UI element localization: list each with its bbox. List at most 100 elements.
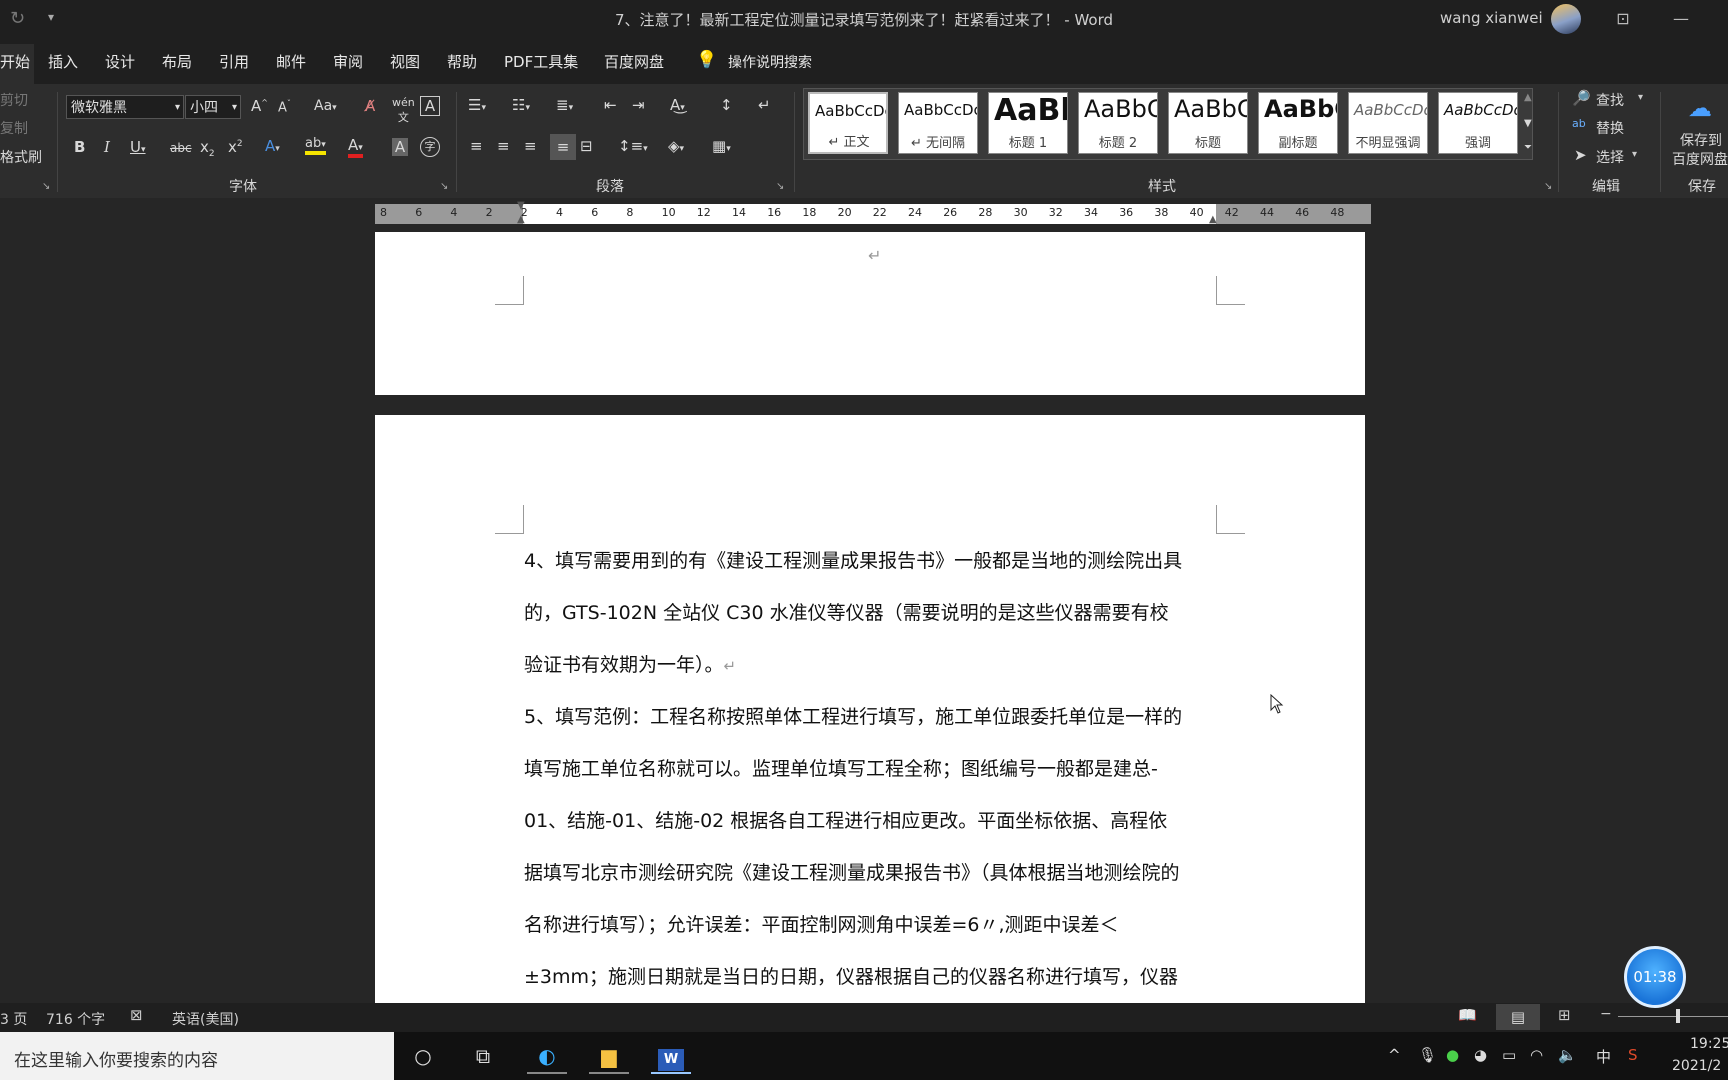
gallery-more-icon[interactable]: ⏷ xyxy=(1524,142,1532,153)
enclosed-character-icon[interactable]: 字 xyxy=(420,137,440,157)
format-painter-button[interactable]: 格式刷 xyxy=(0,147,42,167)
clipboard-launcher-icon[interactable]: ↘ xyxy=(42,181,50,192)
document-line[interactable]: 填写施工单位名称就可以。监理单位填写工程全称；图纸编号一般都是建总- xyxy=(524,743,1220,795)
style-subtle-emphasis[interactable]: AaBbCcDc 不明显强调 xyxy=(1348,92,1428,154)
tab-references[interactable]: 引用 xyxy=(219,51,249,72)
tab-layout[interactable]: 布局 xyxy=(162,51,192,72)
change-case-icon[interactable]: Aa▾ xyxy=(314,98,337,114)
tab-insert[interactable]: 插入 xyxy=(48,51,78,72)
tab-help[interactable]: 帮助 xyxy=(447,51,477,72)
save-to-netdisk-line1[interactable]: 保存到 xyxy=(1680,130,1722,150)
language-status[interactable]: 英语(美国) xyxy=(172,1009,239,1029)
file-explorer-icon[interactable]: ▆ xyxy=(589,1040,629,1074)
increase-indent-icon[interactable]: ⇥ xyxy=(632,96,645,114)
print-layout-icon[interactable]: ▤ xyxy=(1496,1004,1540,1030)
font-launcher-icon[interactable]: ↘ xyxy=(440,181,448,192)
web-layout-icon[interactable]: ⊞ xyxy=(1558,1006,1571,1024)
document-line[interactable]: 据填写北京市测绘研究院《建设工程测量成果报告书》（具体根据当地测绘院的 xyxy=(524,847,1220,899)
strikethrough-icon[interactable]: abc xyxy=(170,141,192,155)
align-center-icon[interactable]: ≡ xyxy=(497,137,510,155)
document-line[interactable]: 5、填写范例：工程名称按照单体工程进行填写，施工单位跟委托单位是一样的 xyxy=(524,691,1220,743)
chevron-down-icon[interactable]: ▾ xyxy=(1632,149,1637,160)
chinese-layout-icon[interactable]: A͜▾ xyxy=(670,96,685,114)
ime-indicator[interactable]: 中 xyxy=(1596,1046,1611,1067)
replace-button[interactable]: 替换 xyxy=(1596,118,1624,138)
gallery-down-icon[interactable]: ▼ xyxy=(1524,118,1532,129)
zoom-slider-thumb[interactable] xyxy=(1676,1009,1680,1023)
character-border-icon[interactable]: A xyxy=(420,96,440,116)
lightbulb-icon[interactable]: 💡 xyxy=(696,50,717,70)
select-button[interactable]: 选择 xyxy=(1596,147,1624,167)
chevron-down-icon[interactable]: ▾ xyxy=(1638,92,1643,103)
volume-icon[interactable]: 🔈 xyxy=(1558,1046,1577,1064)
document-line[interactable]: 4、填写需要用到的有《建设工程测量成果报告书》一般都是当地的测绘院出具 xyxy=(524,535,1220,587)
style-no-spacing[interactable]: AaBbCcDc ↵ 无间隔 xyxy=(898,92,978,154)
style-subtitle[interactable]: AaBbC副标题 xyxy=(1258,92,1338,154)
font-size-select[interactable]: 小四 ▾ xyxy=(185,95,241,119)
show-hidden-icons[interactable]: ^ xyxy=(1388,1046,1401,1064)
clock-time[interactable]: 19:25 xyxy=(1690,1036,1728,1052)
first-line-indent-marker[interactable]: ▼ xyxy=(517,200,525,211)
align-left-icon[interactable]: ≡ xyxy=(470,137,483,155)
word-taskbar-icon[interactable]: W xyxy=(651,1040,691,1074)
select-icon[interactable]: ➤ xyxy=(1574,146,1587,164)
copy-button[interactable]: 复制 xyxy=(0,118,28,138)
word-count[interactable]: 716 个字 xyxy=(46,1009,105,1029)
qq-icon[interactable]: ◕ xyxy=(1474,1046,1487,1064)
edge-icon[interactable]: ◐ xyxy=(527,1040,567,1074)
bold-icon[interactable]: B xyxy=(74,138,85,156)
font-name-select[interactable]: 微软雅黑 ▾ xyxy=(66,95,184,119)
style-emphasis[interactable]: AaBbCcDc 强调 xyxy=(1438,92,1518,154)
document-line[interactable]: 的，GTS-102N 全站仪 C30 水准仪等仪器（需要说明的是这些仪器需要有校 xyxy=(524,587,1220,639)
shrink-font-icon[interactable]: Aˇ xyxy=(278,99,291,115)
phonetic-guide-icon[interactable]: wén 文 xyxy=(392,96,415,125)
wifi-icon[interactable]: ◠ xyxy=(1530,1046,1543,1064)
baidu-netdisk-icon[interactable]: ☁ xyxy=(1688,94,1712,122)
line-spacing-icon[interactable]: ↕≡▾ xyxy=(618,137,648,155)
style-normal[interactable]: AaBbCcDc ↵ 正文 xyxy=(808,92,888,154)
user-name[interactable]: wang xianwei xyxy=(1440,9,1543,27)
subscript-icon[interactable]: x2 xyxy=(200,138,215,159)
decrease-indent-icon[interactable]: ⇤ xyxy=(604,96,617,114)
style-heading-1[interactable]: AaBl 标题 1 xyxy=(988,92,1068,154)
distributed-icon[interactable]: ⊟ xyxy=(580,137,593,155)
microphone-icon[interactable]: 🎙 xyxy=(1418,1046,1437,1064)
tab-review[interactable]: 审阅 xyxy=(333,51,363,72)
document-line[interactable]: ±3mm；施测日期就是当日的日期，仪器根据自己的仪器名称进行填写，仪器 xyxy=(524,951,1220,1003)
right-indent-marker[interactable]: ▲ xyxy=(1209,214,1217,225)
grow-font-icon[interactable]: A^ xyxy=(251,97,268,115)
tab-mailings[interactable]: 邮件 xyxy=(276,51,306,72)
hanging-indent-marker[interactable]: ▲ xyxy=(517,214,525,225)
sort-icon[interactable]: ↕ xyxy=(720,96,733,114)
numbering-icon[interactable]: ☷▾ xyxy=(512,96,530,114)
underline-icon[interactable]: U▾ xyxy=(130,138,146,156)
avatar[interactable] xyxy=(1551,4,1581,34)
document-line[interactable]: 验证书有效期为一年）。↵ xyxy=(524,639,1220,692)
tab-design[interactable]: 设计 xyxy=(105,51,135,72)
justify-icon[interactable]: ≡ xyxy=(550,134,576,160)
align-right-icon[interactable]: ≡ xyxy=(524,137,537,155)
text-effects-icon[interactable]: A▾ xyxy=(265,137,280,155)
multilevel-list-icon[interactable]: ≣▾ xyxy=(556,96,573,114)
style-title[interactable]: AaBbC 标题 xyxy=(1168,92,1248,154)
page-count[interactable]: 3 页 xyxy=(0,1009,27,1029)
bullets-icon[interactable]: ☰▾ xyxy=(468,96,486,114)
document-line[interactable]: 名称进行填写）；允许误差：平面控制网测角中误差=6〃,测距中误差＜ xyxy=(524,899,1220,951)
taskbar-search-input[interactable]: 在这里输入你要搜索的内容 xyxy=(0,1032,394,1080)
battery-icon[interactable]: ▭ xyxy=(1502,1046,1516,1064)
cut-button[interactable]: 剪切 xyxy=(0,90,28,110)
zoom-slider-track[interactable] xyxy=(1618,1016,1728,1017)
show-marks-icon[interactable]: ↵ xyxy=(758,96,771,114)
shading-icon[interactable]: ◈▾ xyxy=(668,137,684,155)
styles-launcher-icon[interactable]: ↘ xyxy=(1544,181,1552,192)
replace-icon[interactable]: ab xyxy=(1572,117,1586,130)
style-heading-2[interactable]: AaBbC 标题 2 xyxy=(1078,92,1158,154)
italic-icon[interactable]: I xyxy=(104,138,110,156)
read-mode-icon[interactable]: 📖 xyxy=(1458,1006,1477,1024)
highlight-icon[interactable]: ab▾ xyxy=(305,136,326,155)
clear-format-icon[interactable]: A̸ xyxy=(365,97,375,115)
superscript-icon[interactable]: x2 xyxy=(228,138,243,156)
paragraph-launcher-icon[interactable]: ↘ xyxy=(776,181,784,192)
cortana-icon[interactable]: ○ xyxy=(403,1040,443,1072)
minimize-icon[interactable]: — xyxy=(1668,6,1694,32)
